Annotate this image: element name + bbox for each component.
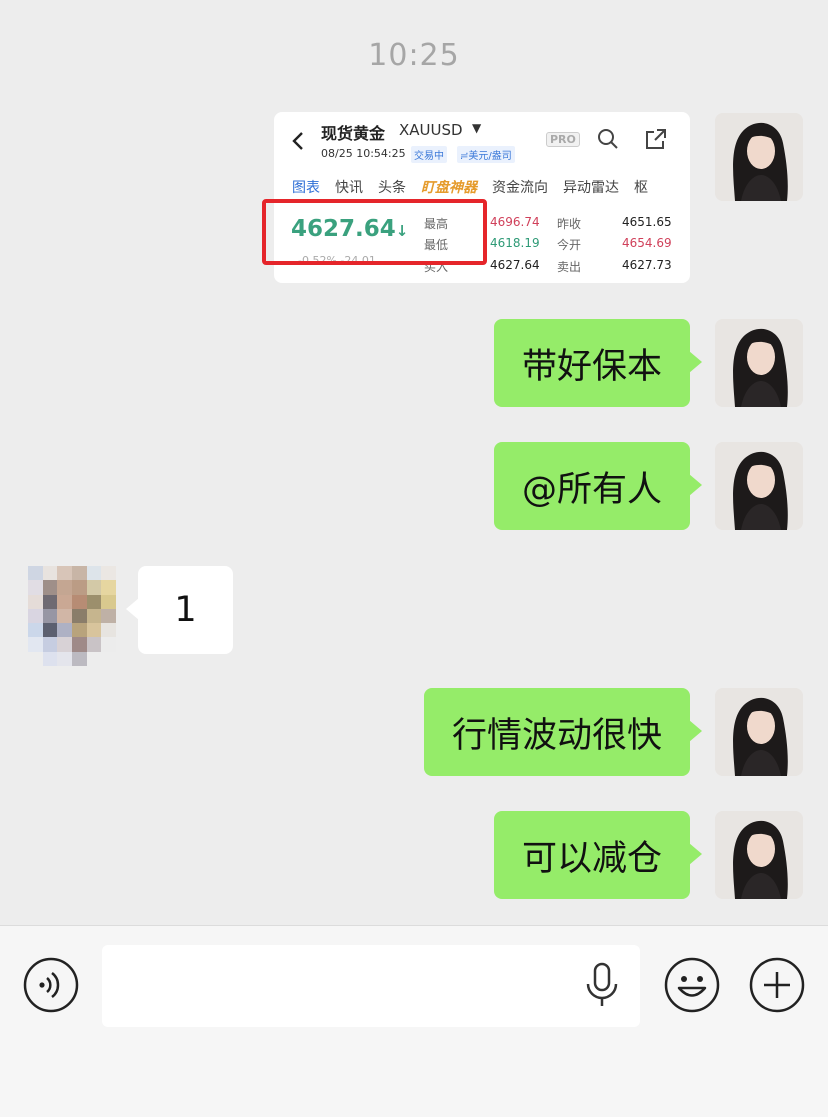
message-bubble-received[interactable]: 1 xyxy=(126,566,233,654)
value-buy: 4627.64 xyxy=(490,258,540,272)
my-avatar[interactable] xyxy=(715,688,803,776)
message-input[interactable] xyxy=(102,945,640,1027)
plus-icon[interactable] xyxy=(749,957,805,1013)
avatar-portrait-icon xyxy=(715,688,803,776)
label-prev-close: 昨收 xyxy=(557,217,582,231)
value-low: 4618.19 xyxy=(490,236,540,250)
avatar-portrait-icon xyxy=(715,811,803,899)
card-symbol: XAUUSD xyxy=(399,121,463,139)
my-avatar[interactable] xyxy=(715,113,803,201)
card-tabs: 图表 快讯 头条 盯盘神器 资金流向 异动雷达枢 xyxy=(292,177,663,197)
tab-chart: 图表 xyxy=(292,180,320,196)
value-sell: 4627.73 xyxy=(622,258,672,272)
avatar-portrait-icon xyxy=(715,113,803,201)
tab-more: 枢 xyxy=(634,180,648,196)
message-bubble-sent[interactable]: 带好保本 xyxy=(493,319,703,407)
my-avatar[interactable] xyxy=(715,319,803,407)
card-title: 现货黄金 xyxy=(321,124,386,143)
avatar-portrait-icon xyxy=(715,442,803,530)
message-bubble-sent[interactable]: 可以减仓 xyxy=(493,811,703,899)
value-prev-close: 4651.65 xyxy=(622,215,672,229)
search-icon xyxy=(598,129,618,149)
tab-headlines: 头条 xyxy=(378,180,406,196)
share-icon xyxy=(646,129,666,149)
tab-watch: 盯盘神器 xyxy=(421,180,477,196)
timestamp: 10:25 xyxy=(368,38,460,73)
back-arrow-icon xyxy=(292,132,303,150)
card-datetime: 08/25 10:54:25 xyxy=(321,147,406,160)
tab-radar: 异动雷达 xyxy=(563,180,619,196)
avatar-portrait-icon xyxy=(715,319,803,407)
tab-fund-flow: 资金流向 xyxy=(492,180,548,196)
voice-toggle-icon[interactable] xyxy=(23,957,79,1013)
label-sell: 卖出 xyxy=(557,260,582,274)
my-avatar[interactable] xyxy=(715,811,803,899)
price-highlight-box xyxy=(262,199,487,265)
label-open: 今开 xyxy=(557,238,582,252)
value-open: 4654.69 xyxy=(622,236,672,250)
my-avatar[interactable] xyxy=(715,442,803,530)
message-bubble-sent[interactable]: @所有人 xyxy=(493,442,703,530)
dropdown-caret-icon: ▼ xyxy=(472,121,482,135)
trading-status-tag: 交易中 xyxy=(411,146,447,163)
currency-tag: ≓美元/盎司 xyxy=(457,146,515,163)
tab-flash: 快讯 xyxy=(335,180,363,196)
pro-badge: PRO xyxy=(546,132,580,147)
emoji-icon[interactable] xyxy=(664,957,720,1013)
other-user-avatar[interactable] xyxy=(28,566,116,666)
microphone-icon[interactable] xyxy=(584,962,620,1008)
message-bubble-sent[interactable]: 行情波动很快 xyxy=(423,688,703,776)
value-high: 4696.74 xyxy=(490,215,540,229)
